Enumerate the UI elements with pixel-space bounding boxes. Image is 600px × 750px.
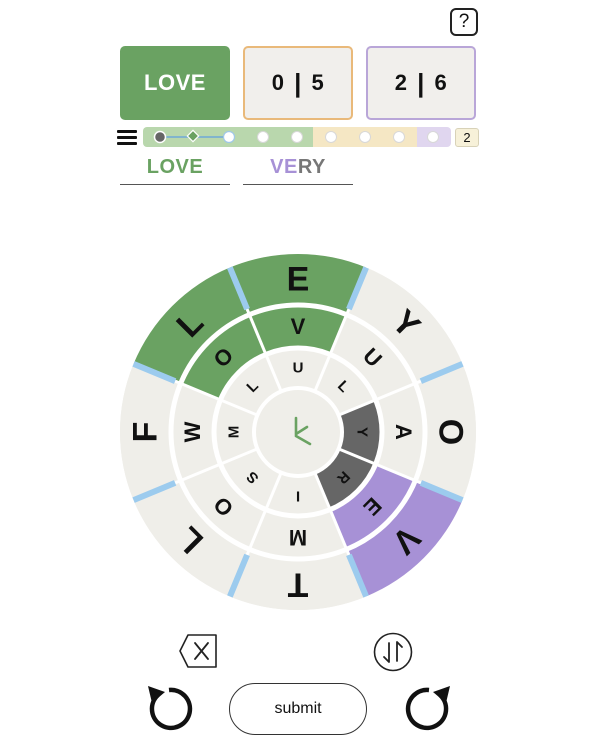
outer-letter: F — [127, 422, 165, 443]
middle-letter: V — [291, 314, 306, 339]
outer-letter: O — [432, 419, 470, 445]
inner-letter: U — [293, 360, 304, 377]
outer-letter: T — [287, 566, 308, 604]
letter-wheel[interactable]: EYOVTLFL VUAEMOWO ULYRISML — [0, 0, 600, 750]
backspace-icon[interactable] — [178, 632, 220, 670]
inner-letter: M — [226, 426, 243, 439]
rotate-cw-icon[interactable] — [402, 683, 456, 737]
middle-letter: W — [180, 421, 205, 442]
middle-letter: A — [391, 424, 416, 440]
submit-button[interactable]: submit — [229, 683, 367, 735]
rotate-ccw-icon[interactable] — [142, 683, 196, 737]
outer-letter: E — [287, 261, 310, 299]
inner-letter: I — [296, 488, 300, 505]
middle-letter: M — [289, 525, 307, 550]
inner-letter: Y — [354, 427, 371, 437]
swap-vertical-icon[interactable] — [372, 631, 414, 673]
